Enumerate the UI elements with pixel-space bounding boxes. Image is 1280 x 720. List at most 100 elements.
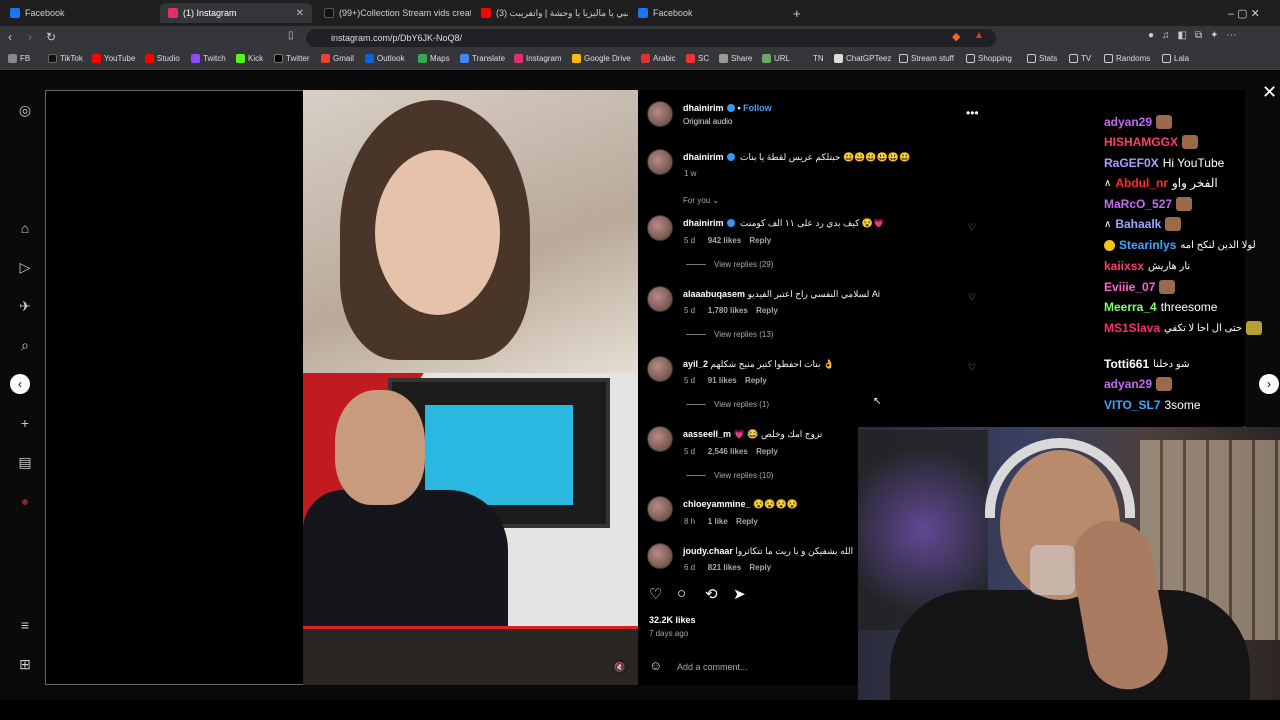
bookmark-folder-randoms[interactable]: Randoms <box>1104 54 1150 63</box>
instagram-logo-icon[interactable]: ◎ <box>17 102 33 118</box>
comment-avatar[interactable] <box>647 356 673 382</box>
reply-button[interactable]: Reply <box>749 236 771 245</box>
bookmarks-bar: FB TikTok YouTube Studio Twitch Kick Twi… <box>0 50 1280 70</box>
url-field[interactable]: instagram.com/p/DbY6JK-NoQ8/ <box>306 29 996 47</box>
tab-instagram[interactable]: (1) Instagram ✕ <box>160 3 312 23</box>
comment-avatar[interactable] <box>647 543 673 569</box>
home-icon[interactable]: ⌂ <box>17 220 33 236</box>
forward-arrow-icon[interactable]: › <box>28 30 32 44</box>
comment-avatar[interactable] <box>647 286 673 312</box>
bookmark-arabic[interactable]: Arabic <box>641 54 676 63</box>
bookmark-folder-tv[interactable]: TV <box>1069 54 1091 63</box>
dashboard-icon[interactable]: ▤ <box>17 454 33 470</box>
reply-button[interactable]: Reply <box>745 376 767 385</box>
tab-tiktok[interactable]: (99+)Collection Stream vids created <box>316 3 471 23</box>
emote-icon <box>1176 197 1193 211</box>
video-frame-strip <box>303 629 638 685</box>
profile-avatar[interactable]: ● <box>17 493 33 509</box>
create-icon[interactable]: + <box>17 415 33 431</box>
tab-facebook[interactable]: Facebook <box>2 3 158 23</box>
view-replies-button[interactable]: View replies (10) <box>686 471 773 480</box>
emoji-icon[interactable]: ☺ <box>649 658 662 673</box>
post-author[interactable]: dhainirim • Follow <box>683 103 772 113</box>
reply-button[interactable]: Reply <box>736 517 758 526</box>
view-replies-button[interactable]: View replies (13) <box>686 330 773 339</box>
comment-meta: 5 d 942 likes Reply <box>684 236 772 245</box>
previous-post-button[interactable]: ‹ <box>10 374 30 394</box>
extensions-icons[interactable]: ●♫◧⧉✦⋯ <box>1148 30 1245 41</box>
likes-count[interactable]: 32.2K likes <box>649 615 696 625</box>
bookmark-share[interactable]: Share <box>719 54 752 63</box>
author-avatar[interactable] <box>647 101 673 127</box>
more-options-icon[interactable]: ••• <box>966 106 979 120</box>
comment-avatar[interactable] <box>647 496 673 522</box>
bookmark-translate[interactable]: Translate <box>460 54 505 63</box>
tab-facebook-2[interactable]: Facebook <box>630 3 785 23</box>
reels-icon[interactable]: ▷ <box>17 259 33 275</box>
close-tab-icon[interactable]: ✕ <box>296 8 304 19</box>
search-icon[interactable]: ⌕ <box>17 337 33 353</box>
reload-icon[interactable]: ↻ <box>46 30 56 44</box>
apps-icon[interactable]: ⊞ <box>17 656 33 672</box>
brave-shield-icon[interactable]: ◆ <box>952 30 960 43</box>
reply-button[interactable]: Reply <box>749 563 771 572</box>
bookmark-url[interactable]: URL <box>762 54 790 63</box>
bookmark-folder-shopping[interactable]: Shopping <box>966 54 1012 63</box>
bookmark-folder-lala[interactable]: Lala <box>1162 54 1189 63</box>
drinking-glass <box>1030 545 1075 595</box>
bookmark-youtube[interactable]: YouTube <box>92 54 135 63</box>
mute-icon[interactable]: 🔇 <box>612 659 628 675</box>
menu-icon[interactable]: ≡ <box>17 617 33 633</box>
close-icon[interactable]: ✕ <box>1262 82 1277 103</box>
verified-icon <box>726 104 735 112</box>
original-audio-link[interactable]: Original audio <box>683 117 732 126</box>
bookmark-maps[interactable]: Maps <box>418 54 450 63</box>
verified-icon <box>726 153 735 161</box>
bookmark-twitch[interactable]: Twitch <box>191 54 226 63</box>
reply-button[interactable]: Reply <box>756 306 778 315</box>
new-tab-button[interactable]: + <box>785 3 805 23</box>
view-replies-button[interactable]: View replies (29) <box>686 260 773 269</box>
bookmark-studio[interactable]: Studio <box>145 54 180 63</box>
emote-icon <box>1165 217 1182 231</box>
comment-avatar[interactable] <box>647 215 673 241</box>
bookmark-outlook[interactable]: Outlook <box>365 54 405 63</box>
bookmark-tiktok[interactable]: TikTok <box>48 54 83 63</box>
comment-avatar[interactable] <box>647 426 673 452</box>
share-icon[interactable]: ➤ <box>733 585 746 603</box>
chat-message: adyan29 <box>1104 115 1173 129</box>
brave-rewards-icon[interactable]: ▲ <box>974 30 984 41</box>
follow-button[interactable]: Follow <box>743 103 772 113</box>
like-comment-icon[interactable]: ♡ <box>968 292 976 303</box>
caption-avatar[interactable] <box>647 149 673 175</box>
bookmark-gmail[interactable]: Gmail <box>321 54 354 63</box>
emote-icon <box>1182 135 1199 149</box>
view-replies-button[interactable]: View replies (1) <box>686 400 769 409</box>
bookmark-folder-stream-stuff[interactable]: Stream stuff <box>899 54 954 63</box>
repost-icon[interactable]: ⟲ <box>705 585 718 603</box>
back-arrow-icon[interactable]: ‹ <box>8 30 12 44</box>
for-you-filter[interactable]: For you ⌄ <box>683 196 719 205</box>
bookmark-instagram[interactable]: Instagram <box>514 54 562 63</box>
bookmark-tn[interactable]: TN <box>813 54 824 63</box>
bookmark-icon[interactable]: ▯ <box>288 30 294 41</box>
like-icon[interactable]: ♡ <box>649 585 662 603</box>
comment-icon[interactable]: ○ <box>677 585 686 602</box>
mouse-cursor: ↖ <box>873 396 882 407</box>
bookmark-sc[interactable]: SC <box>686 54 709 63</box>
comment-input[interactable]: Add a comment... <box>677 662 748 672</box>
emote-icon <box>1156 377 1173 391</box>
messages-icon[interactable]: ✈ <box>17 298 33 314</box>
bookmark-folder-stats[interactable]: Stats <box>1027 54 1057 63</box>
bookmark-google-drive[interactable]: Google Drive <box>572 54 631 63</box>
reply-button[interactable]: Reply <box>756 447 778 456</box>
tab-youtube[interactable]: (3) اسبي يا ماليزيا يا وحشة | واتفريبت |… <box>473 3 628 23</box>
next-post-button[interactable]: › <box>1259 374 1279 394</box>
bookmark-kick[interactable]: Kick <box>236 54 263 63</box>
bookmark-twitter[interactable]: Twitter <box>274 54 310 63</box>
bookmark-fb[interactable]: FB <box>8 54 30 63</box>
like-comment-icon[interactable]: ♡ <box>968 222 976 233</box>
window-controls[interactable]: – ▢ ✕ <box>1220 3 1280 23</box>
like-comment-icon[interactable]: ♡ <box>968 362 976 373</box>
bookmark-chatgpteez[interactable]: ChatGPTeez <box>834 54 891 63</box>
